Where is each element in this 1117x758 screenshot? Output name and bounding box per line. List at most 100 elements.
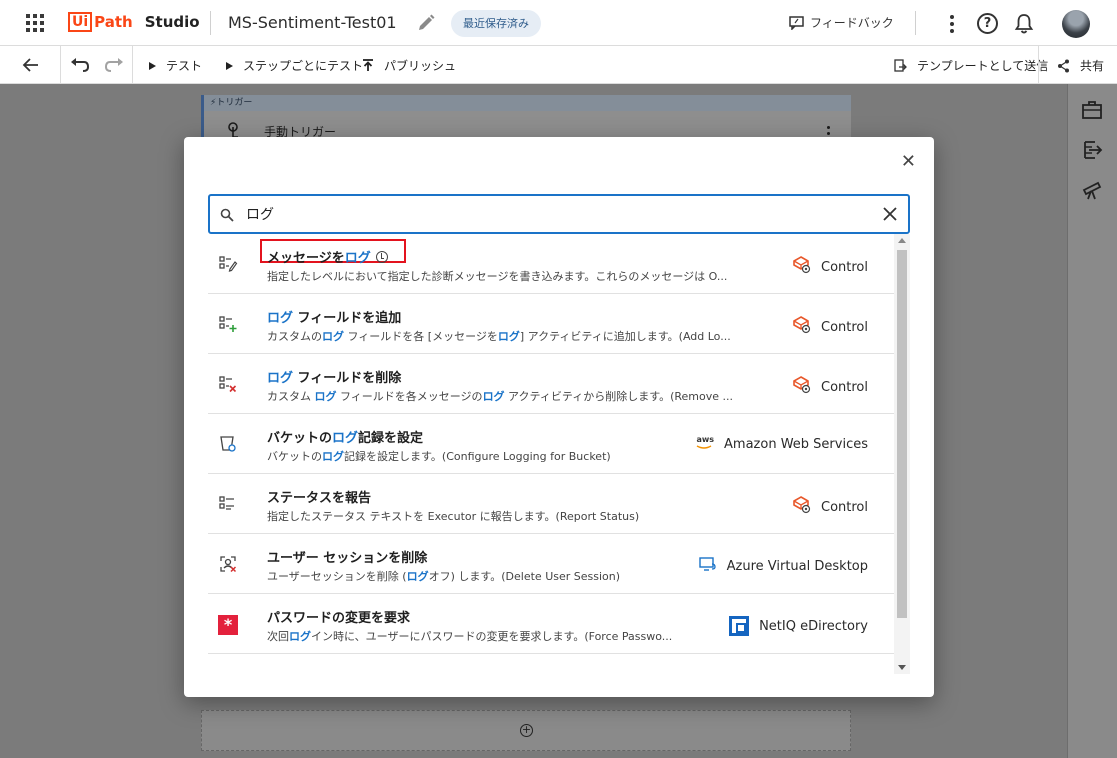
step-test-label: ステップごとにテスト: [243, 59, 364, 73]
title-match: ログ: [344, 251, 371, 266]
desc-text: イン時に、ユーザーにパスワードの変更を要求します。(Force Passwo..…: [311, 630, 673, 643]
step-test-button[interactable]: ステップごとにテスト: [226, 57, 363, 74]
undo-icon[interactable]: [70, 57, 90, 77]
result-item[interactable]: ステータスを報告 指定したステータス テキストを Executor に報告します…: [208, 474, 894, 534]
result-item[interactable]: * パスワードの変更を要求 次回ログイン時に、ユーザーにパスワードの変更を要求し…: [208, 594, 894, 654]
back-arrow-icon[interactable]: [22, 56, 40, 78]
results-scrollbar[interactable]: [894, 234, 910, 674]
template-icon: [894, 58, 907, 72]
clear-search-icon[interactable]: [882, 206, 898, 226]
search-box[interactable]: [208, 194, 910, 234]
result-title: メッセージをログ: [267, 247, 388, 266]
help-icon[interactable]: ?: [977, 13, 998, 34]
result-item[interactable]: メッセージをログ 指定したレベルにおいて指定した診断メッセージを書き込みます。こ…: [208, 234, 894, 294]
category-label: Control: [821, 319, 868, 335]
result-category: aws Amazon Web Services: [696, 436, 868, 452]
result-title: パスワードの変更を要求: [267, 611, 411, 626]
result-item[interactable]: ログ フィールドを削除 カスタム ログ フィールドを各メッセージのログ アクティ…: [208, 354, 894, 414]
publish-icon: [363, 59, 373, 71]
telescope-icon[interactable]: [1080, 178, 1104, 202]
divider: [132, 46, 133, 84]
search-input[interactable]: [246, 204, 846, 224]
remove-log-fields-icon: [218, 375, 238, 393]
title-match: ログ: [267, 371, 294, 386]
send-as-template-button[interactable]: テンプレートとして送信: [893, 57, 1048, 74]
category-label: Control: [821, 379, 868, 395]
desc-match: ログ: [482, 390, 505, 403]
logo-path-text: Path: [94, 13, 133, 31]
feedback-button[interactable]: フィードバック: [789, 14, 894, 31]
divider: [210, 11, 211, 35]
category-label: Control: [821, 259, 868, 275]
pencil-icon[interactable]: [416, 13, 436, 33]
scroll-up-arrow-icon[interactable]: [898, 238, 906, 243]
publish-button[interactable]: パブリッシュ: [362, 57, 456, 74]
play-icon: [226, 61, 233, 70]
share-button[interactable]: 共有: [1057, 57, 1104, 74]
add-activity-slot[interactable]: +: [201, 710, 851, 751]
desc-text: 次回: [267, 630, 289, 643]
title-text: 記録を設定: [358, 431, 424, 446]
title-text: フィールドを追加: [293, 311, 402, 326]
recent-clock-icon: [375, 251, 388, 263]
app-launcher-icon[interactable]: [26, 14, 44, 32]
redo-icon[interactable]: [104, 57, 124, 77]
title-text: バケットの: [267, 431, 333, 446]
send-as-template-label: テンプレートとして送信: [917, 59, 1049, 73]
feedback-label: フィードバック: [810, 16, 894, 30]
data-manager-icon[interactable]: [1080, 138, 1104, 162]
toolbar: テスト ステップごとにテスト パブリッシュ テンプレートとして送信 共有: [0, 46, 1117, 84]
title-text: メッセージを: [267, 251, 345, 266]
bucket-icon: [218, 435, 238, 453]
result-item[interactable]: ユーザー セッションを削除 ユーザーセッションを削除 (ログオフ) します。(D…: [208, 534, 894, 594]
desc-match: ログ: [322, 330, 344, 343]
desc-text: ] アクティビティに追加します。(Add Lo...: [519, 330, 731, 343]
aws-icon: aws: [696, 436, 714, 452]
notifications-bell-icon[interactable]: [1014, 13, 1034, 39]
result-category: Control: [793, 496, 868, 518]
category-label: Amazon Web Services: [724, 436, 868, 452]
logo-ui-text: Ui: [68, 12, 93, 32]
add-circle-icon[interactable]: +: [520, 724, 533, 737]
result-category: Control: [793, 256, 868, 278]
search-icon: [220, 207, 234, 226]
netiq-icon: [729, 616, 750, 636]
desc-match: ログ: [289, 630, 311, 643]
trigger-name: 手動トリガー: [264, 125, 337, 139]
scroll-down-arrow-icon[interactable]: [898, 665, 906, 670]
close-icon[interactable]: ✕: [901, 153, 916, 171]
control-package-icon: [793, 376, 811, 398]
more-options-icon[interactable]: [944, 13, 960, 35]
control-package-icon: [793, 496, 811, 518]
activity-search-dialog: ✕ メッセージをログ 指定したレベルにおいて指定した診断メッセージを書き込みます…: [184, 137, 934, 697]
category-label: Azure Virtual Desktop: [726, 558, 868, 574]
play-icon: [149, 61, 156, 70]
toolbox-icon[interactable]: [1080, 98, 1104, 122]
result-category: Control: [793, 376, 868, 398]
scrollbar-thumb[interactable]: [897, 250, 907, 618]
uipath-logo[interactable]: Ui Path Studio: [68, 12, 200, 32]
result-title: ログ フィールドを追加: [267, 307, 401, 326]
result-description: 指定したレベルにおいて指定した診断メッセージを書き込みます。これらのメッセージは…: [267, 270, 728, 283]
result-description: 指定したステータス テキストを Executor に報告します。(Report …: [267, 510, 640, 523]
log-message-icon: [218, 255, 238, 273]
user-avatar[interactable]: [1062, 10, 1090, 38]
password-change-icon: *: [218, 615, 238, 635]
test-button[interactable]: テスト: [149, 57, 202, 74]
result-item[interactable]: ログ フィールドを追加 カスタムのログ フィールドを各 [メッセージをログ] ア…: [208, 294, 894, 354]
product-name: Studio: [144, 13, 200, 31]
top-bar: Ui Path Studio MS-Sentiment-Test01 最近保存済…: [0, 0, 1117, 46]
desc-match: ログ: [322, 450, 344, 463]
result-category: NetIQ eDirectory: [729, 616, 868, 636]
test-label: テスト: [166, 59, 203, 73]
title-match: ログ: [267, 311, 294, 326]
result-description: カスタム ログ フィールドを各メッセージのログ アクティビティから削除します。(…: [267, 388, 777, 404]
result-item[interactable]: バケットのログ記録を設定 バケットのログ記録を設定します。(Configure …: [208, 414, 894, 474]
result-description: カスタムのログ フィールドを各 [メッセージをログ] アクティビティに追加します…: [267, 328, 777, 344]
desc-text: カスタム: [267, 390, 315, 403]
azure-desktop-icon: [698, 556, 717, 576]
result-title: ユーザー セッションを削除: [267, 551, 428, 566]
desc-text: フィールドを各メッセージの: [336, 390, 483, 403]
result-description: 次回ログイン時に、ユーザーにパスワードの変更を要求します。(Force Pass…: [267, 628, 777, 644]
divider: [60, 46, 61, 84]
